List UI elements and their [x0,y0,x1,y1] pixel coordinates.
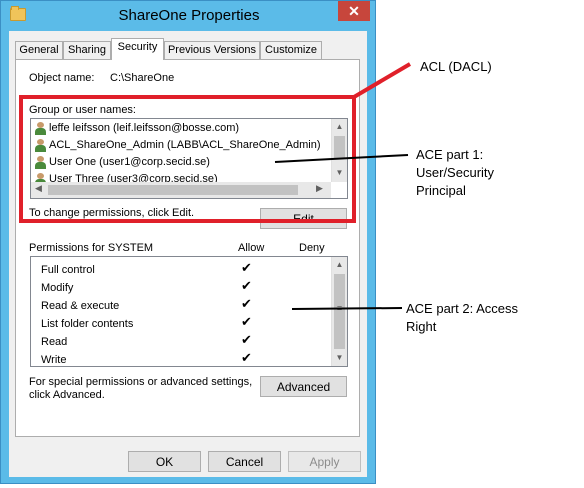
ace2-pointer-line [291,307,403,310]
annotation-overlay [19,62,412,310]
ace1-pointer-line [274,154,409,163]
ace1-line: User/Security [416,165,495,180]
ace1-line: Principal [416,183,466,198]
ace2-annotation: ACE part 2: Access Right [406,300,518,336]
acl-annotation: ACL (DACL) [420,59,492,74]
ace2-line: ACE part 2: Access [406,301,518,316]
ace1-annotation: ACE part 1: User/Security Principal [416,146,494,200]
acl-highlight-box [19,95,356,223]
ace1-line: ACE part 1: [416,147,484,162]
ace2-line: Right [406,319,437,334]
tab-security[interactable]: Security [111,38,164,60]
acl-connector-line [352,62,412,99]
